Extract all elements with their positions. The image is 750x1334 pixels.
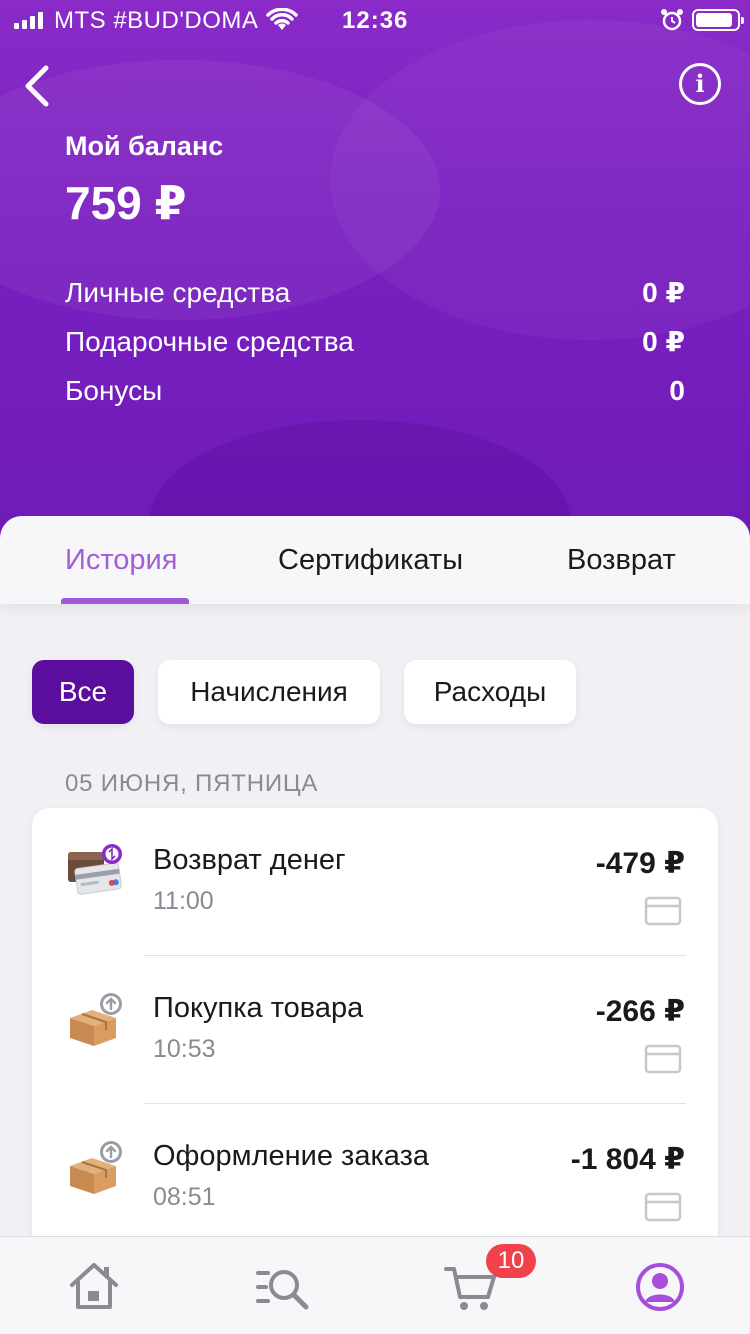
tab-history[interactable]: История [65, 544, 177, 577]
info-button[interactable]: i [679, 63, 721, 105]
refund-wallet-icon [68, 844, 122, 895]
transaction-amount: -1 804 ₽ [570, 1143, 685, 1176]
card-payment-icon [644, 1044, 682, 1074]
transaction-amount: -479 ₽ [595, 847, 685, 880]
transaction-amount: -266 ₽ [595, 995, 685, 1028]
transaction-time: 08:51 [153, 1183, 216, 1211]
breakdown-row-personal: Личные средства 0 ₽ [65, 268, 685, 317]
balance-amount: 759 ₽ [65, 177, 187, 229]
breakdown-label: Бонусы [65, 374, 163, 406]
transaction-row[interactable]: Оформление заказа 08:51 -1 804 ₽ [32, 1104, 718, 1252]
package-upload-icon [70, 993, 122, 1046]
signal-icon [14, 11, 43, 29]
transaction-time: 10:53 [153, 1035, 216, 1063]
transaction-title: Возврат денег [153, 844, 346, 876]
transaction-time: 11:00 [153, 887, 214, 915]
breakdown-label: Подарочные средства [65, 325, 354, 357]
wifi-icon [266, 8, 298, 30]
transaction-row[interactable]: Возврат денег 11:00 -479 ₽ [32, 808, 718, 956]
filter-all[interactable]: Все [32, 660, 134, 724]
catalog-search-icon[interactable] [254, 1259, 310, 1315]
breakdown-label: Личные средства [65, 276, 291, 308]
clock: 12:36 [342, 7, 409, 34]
home-icon[interactable] [66, 1259, 122, 1315]
transaction-title: Оформление заказа [153, 1140, 430, 1172]
package-upload-icon [70, 1141, 122, 1194]
breakdown-value: 0 ₽ [642, 326, 685, 357]
battery-icon [692, 9, 744, 31]
card-payment-icon [644, 896, 682, 926]
status-bar: MTS #BUD'DOMA 12:36 [0, 0, 750, 40]
tab-bar: История Сертификаты Возврат [0, 516, 750, 604]
alarm-icon [661, 9, 683, 31]
breakdown-row-bonus: Бонусы 0 [65, 366, 685, 415]
back-button[interactable] [18, 62, 58, 110]
breakdown-value: 0 ₽ [642, 277, 685, 308]
bottom-navigation [0, 1236, 750, 1334]
tab-certificates[interactable]: Сертификаты [278, 544, 463, 577]
date-group-header: 05 ИЮНЯ, ПЯТНИЦА [65, 770, 319, 797]
carrier-name: MTS #BUD'DOMA [54, 7, 259, 34]
cart-badge: 10 [486, 1244, 536, 1278]
transaction-row[interactable]: Покупка товара 10:53 -266 ₽ [32, 956, 718, 1104]
transactions-list: Возврат денег 11:00 -479 ₽ Покупка товар… [32, 808, 718, 1268]
transaction-title: Покупка товара [153, 992, 364, 1024]
balance-breakdown: Личные средства 0 ₽ Подарочные средства … [65, 268, 685, 415]
card-payment-icon [644, 1192, 682, 1222]
breakdown-value: 0 [669, 374, 685, 406]
balance-title: Мой баланс [65, 131, 224, 161]
tab-returns[interactable]: Возврат [567, 544, 676, 577]
profile-icon[interactable] [632, 1259, 688, 1315]
breakdown-row-gift: Подарочные средства 0 ₽ [65, 317, 685, 366]
filter-expenses[interactable]: Расходы [404, 660, 576, 724]
active-tab-indicator [61, 598, 189, 604]
filter-income[interactable]: Начисления [158, 660, 380, 724]
balance-header: MTS #BUD'DOMA 12:36 i Мой баланс 759 ₽ Л… [0, 0, 750, 560]
